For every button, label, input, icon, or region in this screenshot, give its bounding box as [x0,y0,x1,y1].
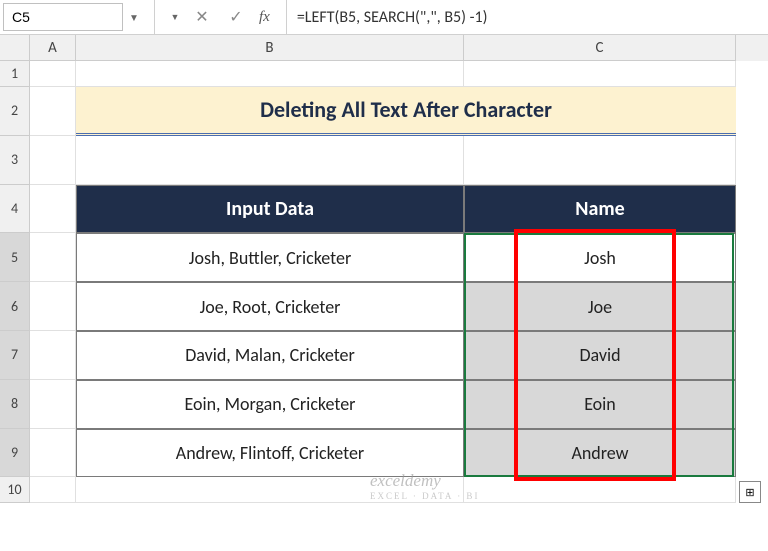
column-headers: A B C [0,35,768,61]
row-header[interactable]: 2 [0,87,30,136]
name-box[interactable]: ▼ [0,0,155,34]
row: 4 Input Data Name [0,185,768,234]
row: 2 Deleting All Text After Character [0,87,768,136]
col-header-c[interactable]: C [464,35,736,61]
data-cell-input[interactable]: Andrew, Flintoff, Cricketer [76,429,464,478]
cell[interactable] [76,477,464,503]
row: 9 Andrew, Flintoff, Cricketer Andrew [0,429,768,478]
fx-label[interactable]: fx [259,9,270,26]
row: 5 Josh, Buttler, Cricketer Josh [0,233,768,282]
cell[interactable] [464,61,736,87]
row-header[interactable]: 5 [0,233,30,282]
cell[interactable] [30,185,76,234]
row: 1 [0,61,768,87]
cancel-icon[interactable]: ✕ [185,0,219,34]
cell[interactable] [30,136,76,185]
cell[interactable] [76,136,464,185]
fx-button-group: ▼ ✕ ✓ fx [155,0,286,34]
formula-input[interactable]: =LEFT(B5, SEARCH(",", B5) -1) [286,0,768,34]
name-box-input[interactable] [3,3,123,31]
cell[interactable] [30,282,76,331]
title-cell[interactable]: Deleting All Text After Character [76,87,736,136]
table-header-name[interactable]: Name [464,185,736,234]
cell[interactable] [76,61,464,87]
cell[interactable] [30,477,76,503]
data-cell-name[interactable]: David [464,331,736,380]
select-all-corner[interactable] [0,35,30,61]
data-cell-name[interactable]: Andrew [464,429,736,478]
cell[interactable] [30,429,76,478]
cell[interactable] [30,331,76,380]
row: 6 Joe, Root, Cricketer Joe [0,282,768,331]
row-header[interactable]: 8 [0,380,30,429]
cell[interactable] [30,61,76,87]
fx-dropdown-icon[interactable]: ▼ [165,0,185,34]
row-header[interactable]: 3 [0,136,30,185]
rows-container: 1 2 Deleting All Text After Character 3 … [0,61,768,503]
col-header-a[interactable]: A [30,35,76,61]
row-header[interactable]: 4 [0,185,30,234]
data-cell-input[interactable]: Joe, Root, Cricketer [76,282,464,331]
row-header[interactable]: 6 [0,282,30,331]
row-header[interactable]: 10 [0,477,30,503]
row: 3 [0,136,768,185]
formula-bar: ▼ ▼ ✕ ✓ fx =LEFT(B5, SEARCH(",", B5) -1) [0,0,768,35]
table-header-input[interactable]: Input Data [76,185,464,234]
cell[interactable] [30,233,76,282]
autofill-options-icon[interactable]: ⊞ [739,481,761,503]
row-header[interactable]: 9 [0,429,30,478]
row: 10 [0,477,768,503]
data-cell-input[interactable]: David, Malan, Cricketer [76,331,464,380]
cell[interactable] [464,136,736,185]
data-cell-name[interactable]: Eoin [464,380,736,429]
data-cell-input[interactable]: Josh, Buttler, Cricketer [76,233,464,282]
col-header-b[interactable]: B [76,35,464,61]
cell[interactable] [30,87,76,136]
cell[interactable] [464,477,736,503]
cell[interactable] [30,380,76,429]
spreadsheet-grid: A B C 1 2 Deleting All Text After Charac… [0,35,768,551]
data-cell-input[interactable]: Eoin, Morgan, Cricketer [76,380,464,429]
data-cell-name[interactable]: Joe [464,282,736,331]
name-box-dropdown-icon[interactable]: ▼ [123,3,145,31]
row-header[interactable]: 7 [0,331,30,380]
row-header[interactable]: 1 [0,61,30,87]
row: 8 Eoin, Morgan, Cricketer Eoin [0,380,768,429]
row: 7 David, Malan, Cricketer David [0,331,768,380]
enter-icon[interactable]: ✓ [219,0,253,34]
data-cell-name[interactable]: Josh [464,233,736,282]
